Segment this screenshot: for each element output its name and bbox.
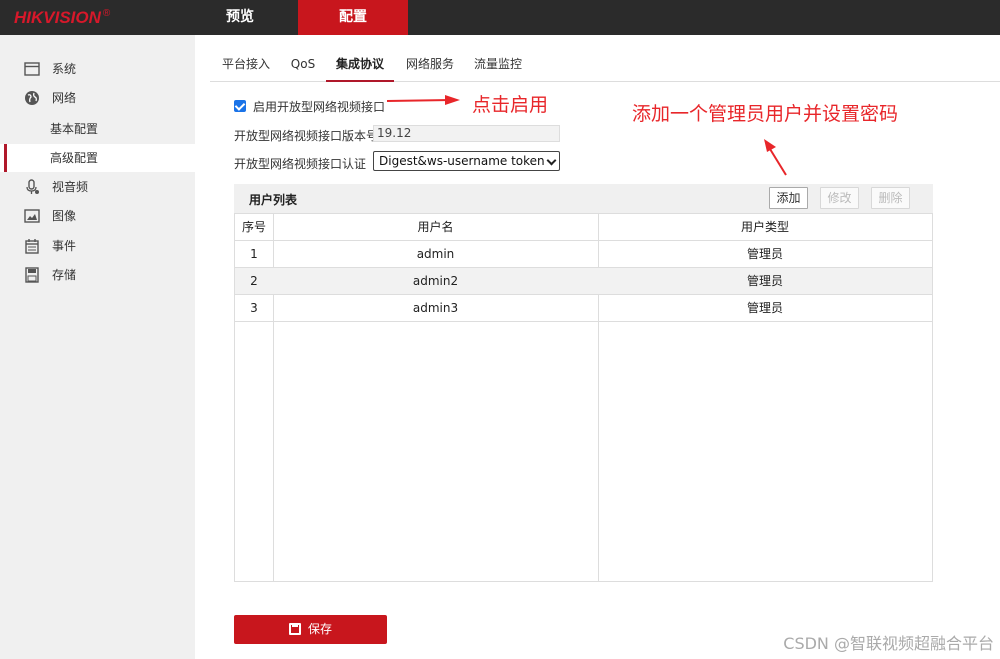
- top-bar: HIKVISION ® 预览 配置: [0, 0, 1000, 35]
- edit-user-button[interactable]: 修改: [820, 187, 859, 209]
- microphone-icon: [26, 179, 39, 194]
- sidebar-item-audio-video[interactable]: 视音频: [0, 173, 195, 201]
- sidebar-item-label: 事件: [52, 239, 77, 253]
- sidebar-item-label: 系统: [52, 62, 77, 76]
- table-header-row: 序号 用户名 用户类型: [235, 214, 932, 241]
- version-label: 开放型网络视频接口版本号: [234, 129, 379, 143]
- nav-tab-config[interactable]: 配置: [298, 0, 408, 35]
- auth-label: 开放型网络视频接口认证: [234, 157, 367, 171]
- sidebar-item-label: 存储: [52, 268, 77, 282]
- save-button-label: 保存: [307, 622, 332, 636]
- column-header-username: 用户名: [417, 220, 454, 234]
- save-disk-icon: [288, 623, 301, 635]
- annotation-click-enable: 点击启用: [472, 94, 549, 116]
- row-index: 2: [250, 274, 258, 288]
- sidebar-subitem-advanced-config[interactable]: 高级配置: [0, 144, 195, 172]
- column-header-index: 序号: [241, 220, 266, 234]
- user-list-title: 用户列表: [249, 193, 298, 207]
- row-user-type: 管理员: [746, 247, 783, 261]
- tab-platform-access[interactable]: 平台接入: [222, 46, 270, 82]
- disk-icon: [25, 267, 39, 283]
- table-row[interactable]: 1 admin 管理员: [235, 241, 932, 268]
- enable-onvif-label: 启用开放型网络视频接口: [253, 100, 386, 114]
- config-tabs: 平台接入 QoS 集成协议 网络服务 流量监控: [210, 46, 1000, 82]
- row-user-type: 管理员: [746, 274, 783, 288]
- image-icon: [24, 209, 40, 223]
- tab-network-service[interactable]: 网络服务: [406, 46, 454, 82]
- row-username: admin2: [412, 274, 459, 288]
- hikvision-logo: HIKVISION ®: [14, 8, 111, 27]
- sidebar-item-network[interactable]: 网络: [0, 84, 195, 112]
- sidebar-subitem-basic-config[interactable]: 基本配置: [0, 115, 195, 143]
- delete-user-button[interactable]: 删除: [871, 187, 910, 209]
- sidebar-item-label: 视音频: [52, 180, 89, 194]
- calendar-icon: [25, 239, 39, 254]
- row-index: 3: [250, 301, 258, 315]
- add-user-button[interactable]: 添加: [769, 187, 808, 209]
- tab-traffic-monitor[interactable]: 流量监控: [474, 46, 522, 82]
- chevron-down-icon: [546, 155, 557, 166]
- red-arrow-up-left-annotation: [764, 139, 787, 176]
- nav-tab-preview[interactable]: 预览: [195, 0, 285, 35]
- version-field: 19.12: [373, 125, 560, 142]
- system-window-icon: [24, 62, 40, 76]
- sidebar-item-event[interactable]: 事件: [0, 232, 195, 260]
- sidebar-item-image[interactable]: 图像: [0, 202, 195, 230]
- sidebar-item-system[interactable]: 系统: [0, 55, 195, 83]
- table-row[interactable]: 2 admin2 管理员: [235, 268, 932, 295]
- row-index: 1: [250, 247, 258, 261]
- table-row[interactable]: 3 admin3 管理员: [235, 295, 932, 322]
- column-header-user-type: 用户类型: [740, 220, 789, 234]
- globe-icon: [25, 91, 39, 105]
- auth-select[interactable]: Digest&ws-username token: [373, 151, 560, 171]
- enable-onvif-checkbox[interactable]: [234, 100, 246, 112]
- annotation-add-admin: 添加一个管理员用户并设置密码: [632, 103, 899, 125]
- red-arrow-right-annotation: [386, 95, 460, 105]
- sidebar-item-label: 图像: [52, 209, 77, 223]
- user-list-header: 用户列表 添加 修改 删除: [234, 184, 933, 213]
- sidebar-item-label: 高级配置: [50, 151, 99, 165]
- tab-qos[interactable]: QoS: [288, 46, 318, 82]
- auth-select-value: Digest&ws-username token: [379, 154, 545, 168]
- row-username: admin: [416, 247, 455, 261]
- sidebar: 系统 网络 基本配置 高级配置 视音频 图像 事件 存储: [0, 35, 195, 659]
- csdn-watermark: CSDN @智联视频超融合平台: [783, 634, 994, 653]
- user-table: 序号 用户名 用户类型 1 admin 管理员 2 admin2 管理员 3 a…: [234, 213, 933, 582]
- row-user-type: 管理员: [746, 301, 783, 315]
- save-button[interactable]: 保存: [234, 615, 387, 644]
- sidebar-item-label: 基本配置: [50, 122, 99, 136]
- sidebar-item-label: 网络: [52, 91, 77, 105]
- tab-integration-protocol[interactable]: 集成协议: [326, 46, 394, 82]
- sidebar-item-storage[interactable]: 存储: [0, 261, 195, 289]
- row-username: admin3: [412, 301, 459, 315]
